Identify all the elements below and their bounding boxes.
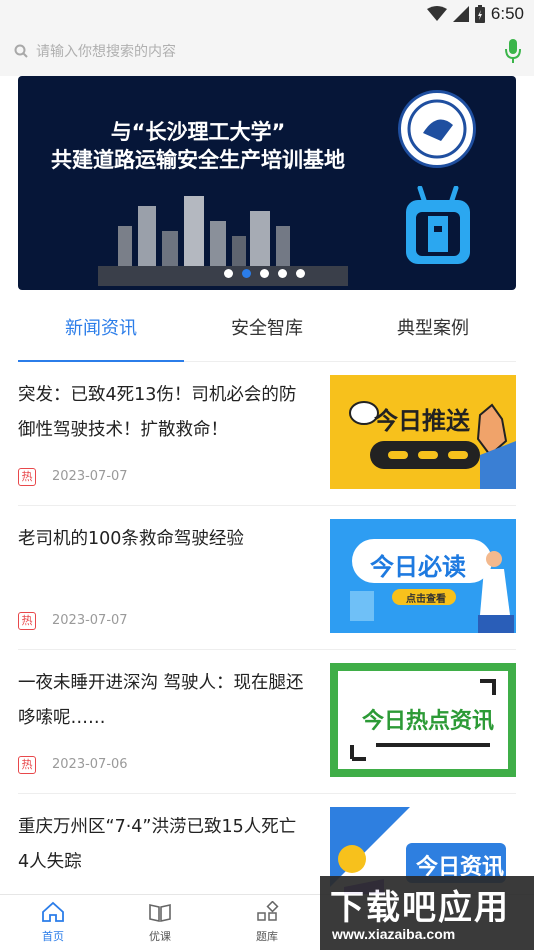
city-crowd-image — [98, 196, 348, 286]
tabbar-label: 优课 — [149, 930, 171, 943]
grid-icon — [257, 900, 279, 921]
news-date: 2023-07-06 — [52, 757, 128, 772]
watermark-text: 下载吧应用 — [330, 888, 510, 928]
watermark-url: www.xiazaiba.com — [332, 926, 456, 942]
news-thumbnail: 今日必读 点击查看 — [330, 519, 516, 633]
signal-icon — [452, 6, 469, 22]
news-item[interactable]: 一夜未睡开进深沟 驾驶人：现在腿还哆嗦呢…… 热 2023-07-06 今日热点… — [18, 650, 516, 794]
tab-news[interactable]: 新闻资讯 — [18, 300, 184, 362]
carousel-dot[interactable] — [260, 269, 269, 278]
book-icon — [149, 904, 171, 922]
tab-safety-library[interactable]: 安全智库 — [184, 300, 350, 361]
carousel-dot[interactable] — [278, 269, 287, 278]
status-bar: 6:50 — [0, 0, 534, 28]
search-input[interactable] — [36, 40, 476, 64]
tabbar-label: 首页 — [42, 930, 64, 943]
news-item[interactable]: 老司机的100条救命驾驶经验 热 2023-07-07 今日必读 点击查看 — [18, 506, 516, 650]
tabbar-item-home[interactable]: 首页 — [13, 901, 93, 944]
news-date: 2023-07-07 — [52, 613, 128, 628]
thumbnail-subcaption: 点击查看 — [406, 594, 446, 605]
news-title: 一夜未睡开进深沟 驾驶人：现在腿还哆嗦呢…… — [18, 673, 304, 728]
news-list: 突发：已致4死13伤！司机必会的防御性驾驶技术！扩散救命！ 热 2023-07-… — [18, 362, 516, 938]
battery-icon — [474, 5, 485, 23]
thumbnail-caption: 今日推送 — [374, 407, 470, 435]
banner-carousel[interactable]: 与“长沙理工大学” 共建道路运输安全生产培训基地 — [18, 76, 516, 290]
banner-title-line1: 与“长沙理工大学” — [110, 120, 286, 144]
carousel-dot[interactable] — [224, 269, 233, 278]
university-emblem-icon — [398, 90, 476, 168]
news-title: 重庆万州区“7·4”洪涝已致15人死亡 4人失踪 — [18, 817, 297, 872]
home-icon — [42, 901, 64, 922]
hot-badge: 热 — [18, 612, 36, 630]
news-thumbnail: 今日热点资讯 — [330, 663, 516, 777]
news-title: 老司机的100条救命驾驶经验 — [18, 529, 244, 549]
tabbar-item-courses[interactable]: 优课 — [120, 901, 200, 944]
news-date: 2023-07-07 — [52, 469, 128, 484]
banner-title-line2: 共建道路运输安全生产培训基地 — [51, 148, 345, 172]
wifi-icon — [426, 6, 447, 21]
watermark-logo: 下载吧应用 www.xiazaiba.com — [320, 876, 534, 950]
news-thumbnail: 今日推送 — [330, 375, 516, 489]
hot-badge: 热 — [18, 756, 36, 774]
search-bar — [0, 28, 534, 76]
hot-badge: 热 — [18, 468, 36, 486]
robot-logo-icon — [406, 186, 470, 264]
microphone-icon[interactable] — [504, 38, 522, 64]
thumbnail-caption: 今日必读 — [370, 553, 466, 581]
status-time: 6:50 — [490, 4, 524, 23]
carousel-indicator — [224, 269, 305, 278]
tabbar-item-question-bank[interactable]: 题库 — [227, 900, 307, 944]
search-icon — [14, 44, 28, 58]
tabbar-label: 题库 — [256, 930, 278, 943]
thumbnail-caption: 今日热点资讯 — [362, 709, 495, 734]
news-title: 突发：已致4死13伤！司机必会的防御性驾驶技术！扩散救命！ — [18, 385, 297, 440]
tab-typical-cases[interactable]: 典型案例 — [350, 300, 516, 361]
carousel-dot-active[interactable] — [242, 269, 251, 278]
category-tabs: 新闻资讯 安全智库 典型案例 — [18, 300, 516, 362]
news-item[interactable]: 突发：已致4死13伤！司机必会的防御性驾驶技术！扩散救命！ 热 2023-07-… — [18, 362, 516, 506]
carousel-dot[interactable] — [296, 269, 305, 278]
